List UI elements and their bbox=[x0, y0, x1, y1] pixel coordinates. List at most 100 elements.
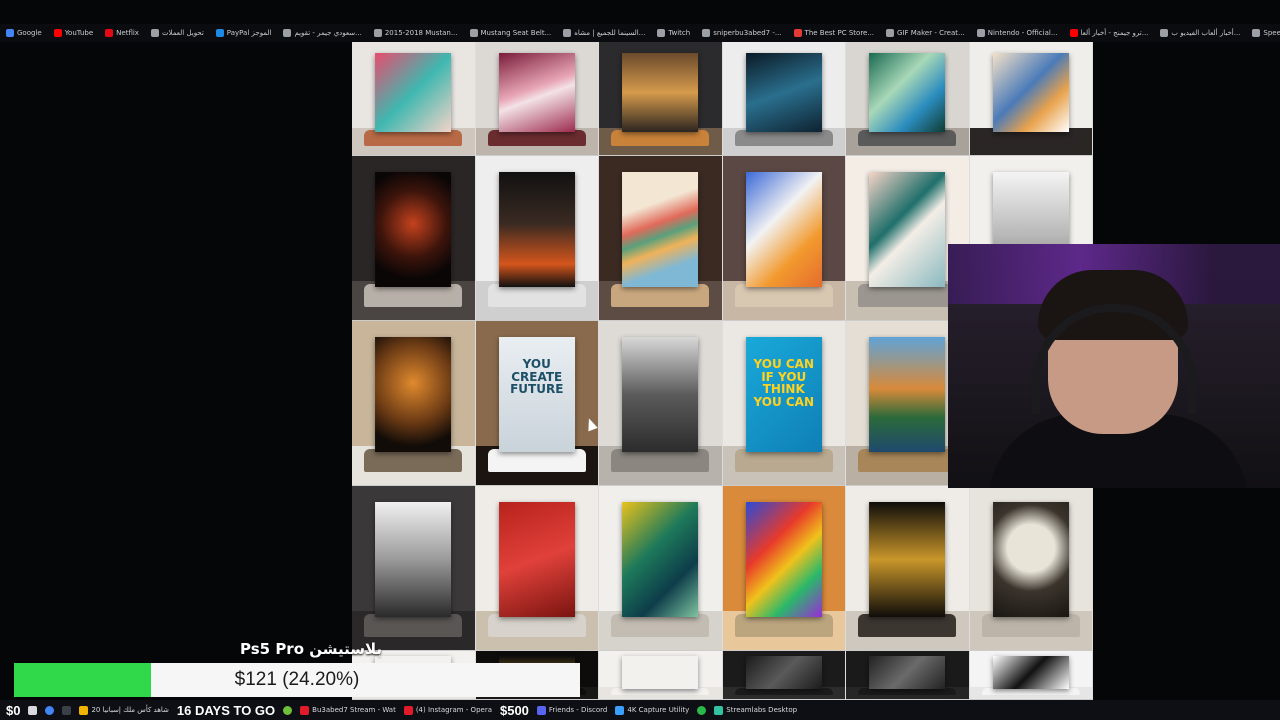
product-tile[interactable] bbox=[846, 651, 970, 700]
bookmark-item[interactable]: YouTube bbox=[48, 29, 99, 37]
bookmark-item[interactable]: Mustang Seat Belt... bbox=[464, 29, 558, 37]
bookmark-item[interactable]: GIF Maker - Creat... bbox=[880, 29, 971, 37]
product-tile[interactable] bbox=[599, 42, 723, 156]
paypal-icon bbox=[215, 29, 224, 37]
golden-anubis-art bbox=[869, 502, 946, 618]
taskbar-item-2[interactable]: (4) Instagram - Opera bbox=[403, 705, 492, 715]
you-create-future-art: YOU CREATE FUTURE bbox=[498, 337, 575, 453]
pink-abstract-art bbox=[375, 53, 452, 133]
goal-amount: $121 (24.20%) bbox=[234, 669, 360, 690]
bookmarks-bar: Google YouTube Netflix تحويل العملات PayPal … bbox=[0, 24, 1280, 42]
furniture bbox=[734, 283, 833, 307]
product-tile[interactable] bbox=[599, 486, 723, 651]
product-tile[interactable] bbox=[722, 651, 846, 700]
product-tile[interactable]: YOU CREATE FUTURE bbox=[475, 321, 599, 486]
product-tile[interactable] bbox=[475, 486, 599, 651]
product-tile[interactable] bbox=[475, 156, 599, 321]
taskbar-item-3[interactable]: Friends - Discord bbox=[536, 705, 608, 715]
supercar-art bbox=[622, 53, 699, 133]
taskbar-item-1[interactable]: Bu3abed7 Stream - Wat bbox=[300, 705, 396, 715]
product-tile[interactable] bbox=[846, 486, 970, 651]
bookmark-item[interactable]: أخبار ألعاب الفيديو ب... bbox=[1154, 29, 1246, 37]
bookmark-item[interactable]: The Best PC Store... bbox=[788, 29, 880, 37]
product-tile[interactable] bbox=[846, 42, 970, 156]
furniture bbox=[858, 688, 957, 696]
folder-icon[interactable] bbox=[62, 705, 72, 715]
bookmark-label: GIF Maker - Creat... bbox=[897, 29, 965, 37]
bookmark-item[interactable]: Twitch bbox=[651, 29, 696, 37]
youtube-icon bbox=[53, 29, 62, 37]
bookmark-item[interactable]: السينما للجميع | مشاه... bbox=[557, 29, 651, 37]
blue-orange-abstract-art bbox=[992, 53, 1069, 133]
blue-smoke-art bbox=[745, 53, 822, 133]
row5-tile-3 bbox=[622, 655, 699, 690]
speedtest-icon bbox=[1252, 29, 1261, 37]
marble-pink-art bbox=[498, 53, 575, 133]
bookmark-label: Speedtest by Ookl... bbox=[1263, 29, 1280, 37]
bookmark-item[interactable]: سعودي جيمر - تقويم... bbox=[277, 29, 367, 37]
product-tile[interactable] bbox=[352, 321, 476, 486]
bookmark-item[interactable]: Google bbox=[0, 29, 48, 37]
furniture bbox=[611, 283, 710, 307]
product-tile[interactable] bbox=[599, 651, 723, 700]
page-icon bbox=[373, 29, 382, 37]
bookmark-item[interactable]: Speedtest by Ookl... bbox=[1246, 29, 1280, 37]
file-icon[interactable] bbox=[28, 705, 38, 715]
bookmark-label: Netflix bbox=[116, 29, 139, 37]
moon-ship-art bbox=[992, 502, 1069, 618]
bookmark-item[interactable]: تحويل العملات bbox=[145, 29, 210, 37]
chrome-icon[interactable] bbox=[45, 705, 55, 715]
teal-shapes-art bbox=[869, 172, 946, 288]
product-tile[interactable] bbox=[722, 42, 846, 156]
page-icon bbox=[283, 29, 292, 37]
app-icon[interactable] bbox=[697, 705, 707, 715]
product-tile[interactable] bbox=[352, 486, 476, 651]
product-tile[interactable] bbox=[722, 486, 846, 651]
furniture bbox=[364, 130, 463, 146]
bookmark-label: YouTube bbox=[64, 29, 94, 37]
bookmark-label: Nintendo - Official... bbox=[987, 29, 1058, 37]
youtube-icon bbox=[1069, 29, 1078, 37]
product-tile[interactable] bbox=[969, 42, 1093, 156]
taskbar-item-label: Streamlabs Desktop bbox=[726, 706, 798, 714]
capture-icon bbox=[615, 705, 625, 715]
striped-mountain-art bbox=[622, 172, 699, 288]
product-tile[interactable] bbox=[969, 651, 1093, 700]
taskbar-item-label: Friends - Discord bbox=[548, 706, 608, 714]
art-caption: YOU CAN IF YOU THINK YOU CAN bbox=[753, 357, 815, 409]
bookmark-item[interactable]: Nintendo - Official... bbox=[971, 29, 1064, 37]
green-yellow-abstract-art bbox=[622, 502, 699, 618]
furniture bbox=[981, 688, 1080, 696]
app-icon[interactable] bbox=[283, 705, 293, 715]
taskbar-item-0[interactable]: شاهد كأس ملك إسبانيا 20 bbox=[79, 705, 169, 715]
product-tile[interactable] bbox=[352, 42, 476, 156]
furniture bbox=[487, 283, 586, 307]
product-tile[interactable] bbox=[969, 486, 1093, 651]
furniture bbox=[364, 448, 463, 472]
bookmark-item[interactable]: ترو جيمنج - أخبار ألعا... bbox=[1064, 29, 1155, 37]
bookmark-item[interactable]: 2015-2018 Mustan... bbox=[368, 29, 464, 37]
bookmark-label: السينما للجميع | مشاه... bbox=[574, 29, 646, 37]
product-tile[interactable] bbox=[599, 156, 723, 321]
furniture bbox=[858, 283, 957, 307]
bookmark-item[interactable]: Netflix bbox=[99, 29, 145, 37]
bookmark-item[interactable]: sniperbu3abed7 -... bbox=[696, 29, 787, 37]
bookmark-label: Mustang Seat Belt... bbox=[480, 29, 552, 37]
fire-lion-art bbox=[498, 172, 575, 288]
tiger-lion-art bbox=[375, 337, 452, 453]
product-tile[interactable] bbox=[475, 42, 599, 156]
taskbar-item-4[interactable]: 4K Capture Utility bbox=[615, 705, 689, 715]
page-icon bbox=[976, 29, 985, 37]
taskbar-item-5[interactable]: Streamlabs Desktop bbox=[714, 705, 798, 715]
bookmark-item[interactable]: PayPal الموجز bbox=[210, 29, 278, 37]
page-icon bbox=[1160, 29, 1169, 37]
tv-icon bbox=[79, 705, 89, 715]
product-tile[interactable] bbox=[352, 156, 476, 321]
green-fluid-art bbox=[869, 53, 946, 133]
product-tile[interactable] bbox=[722, 156, 846, 321]
bookmark-label: أخبار ألعاب الفيديو ب... bbox=[1171, 29, 1241, 37]
neon-panther-art bbox=[375, 172, 452, 288]
product-tile[interactable]: YOU CAN IF YOU THINK YOU CAN bbox=[722, 321, 846, 486]
product-tile[interactable] bbox=[599, 321, 723, 486]
webcam-overlay bbox=[948, 244, 1280, 488]
